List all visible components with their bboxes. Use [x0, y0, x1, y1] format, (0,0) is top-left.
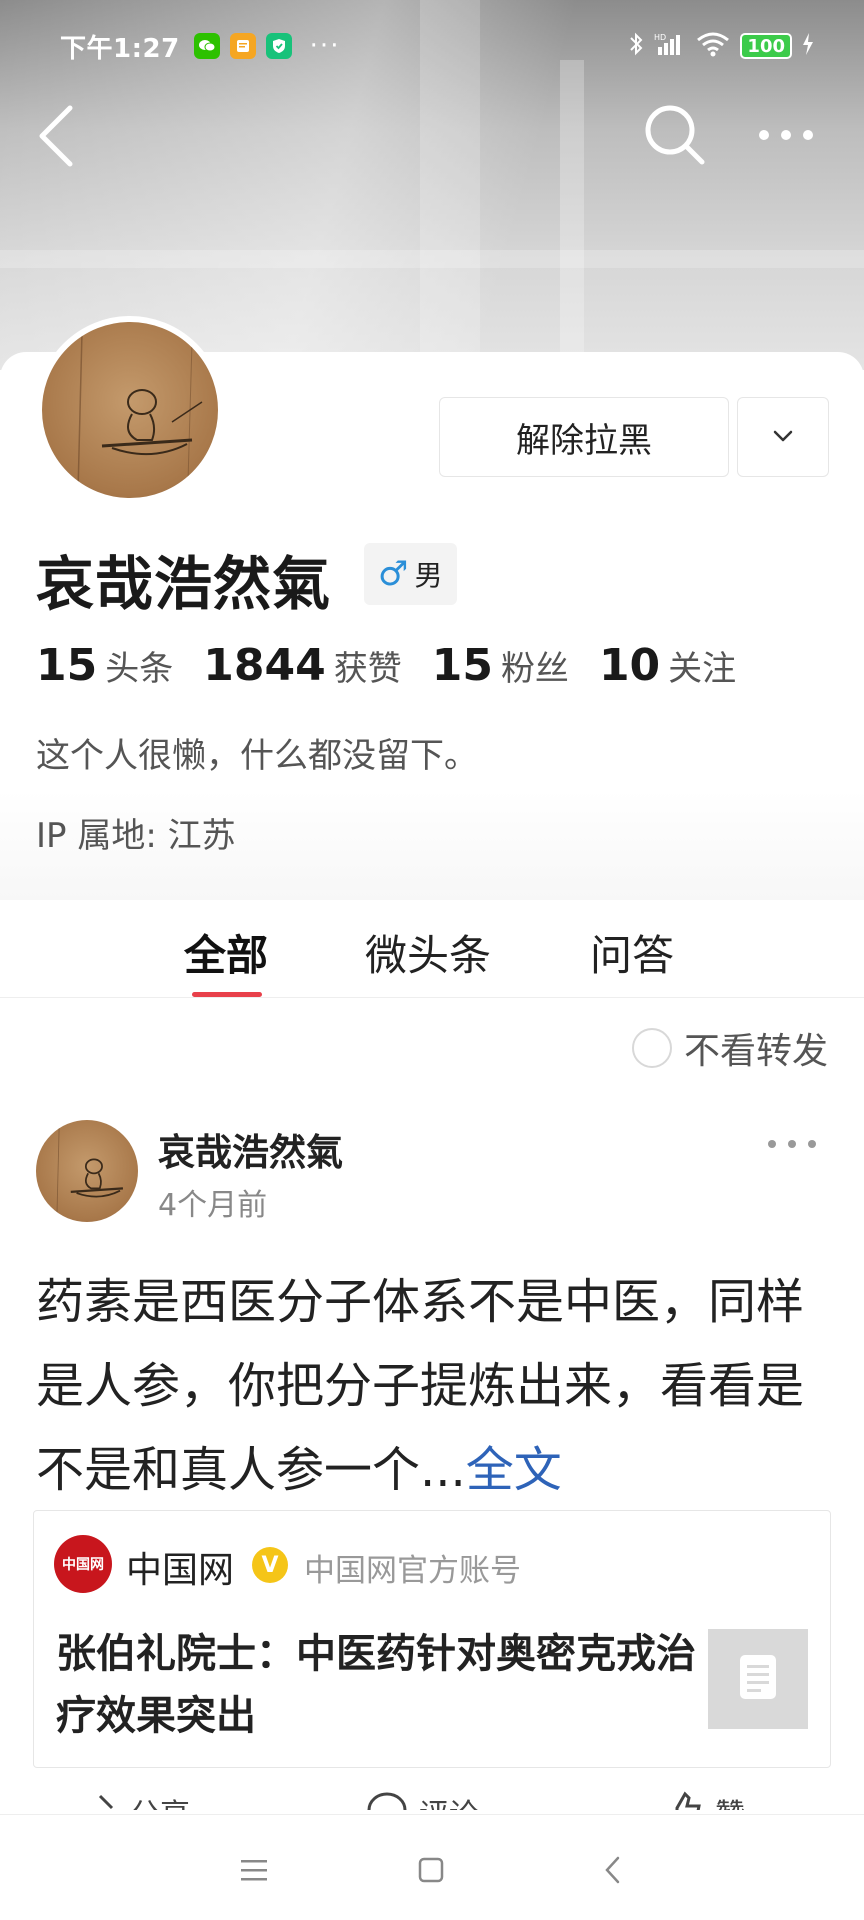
system-icons: HD 100	[628, 31, 814, 61]
gender-badge: ♂ 男	[364, 543, 457, 605]
comment-action[interactable]: 评论	[365, 1790, 479, 1810]
home-icon[interactable]	[406, 1845, 456, 1895]
source-logo: 中国网	[54, 1535, 112, 1593]
bluetooth-icon	[628, 31, 644, 61]
profile-dropdown-button[interactable]	[737, 397, 829, 477]
stat-following[interactable]: 10 关注	[599, 640, 736, 691]
article-thumbnail	[708, 1629, 808, 1729]
notification-icons: ···	[193, 31, 341, 61]
tab-all[interactable]: 全部	[184, 922, 268, 983]
hide-reposts-label: 不看转发	[683, 1031, 828, 1072]
wechat-icon	[193, 33, 220, 59]
shared-article-title: 张伯礼院士：中医药针对奥密克戎治疗效果突出	[56, 1631, 696, 1739]
stat-followers[interactable]: 15 粉丝	[432, 640, 569, 691]
stat-label: 粉丝	[500, 649, 569, 689]
chevron-down-icon	[772, 428, 794, 447]
menu-icon[interactable]	[229, 1845, 279, 1895]
svg-text:HD: HD	[654, 33, 666, 42]
stat-number: 15	[431, 640, 493, 691]
active-tab-indicator	[192, 992, 262, 997]
like-label: 赞	[715, 1790, 745, 1810]
stat-number: 15	[36, 640, 98, 691]
source-name: 中国网	[126, 1550, 235, 1591]
post-author-avatar[interactable]	[36, 1120, 138, 1222]
post-actions: 分享 评论 赞	[0, 1790, 864, 1810]
share-action[interactable]: 分享	[80, 1790, 190, 1810]
full-text-link[interactable]: 全文	[466, 1442, 562, 1498]
like-action[interactable]: 赞	[665, 1790, 745, 1810]
radio-button[interactable]	[631, 1028, 672, 1068]
comment-label: 评论	[419, 1790, 479, 1810]
comment-icon	[365, 1790, 409, 1810]
more-options-icon[interactable]	[746, 110, 826, 160]
shared-article-card[interactable]: 中国网 中国网 V 中国网官方账号 张伯礼院士：中医药针对奥密克戎治疗效果突出	[33, 1510, 831, 1768]
stat-number: 1844	[203, 640, 326, 691]
profile-name: 哀哉浩然氣	[36, 550, 332, 618]
more-notifications-icon: ···	[309, 31, 341, 61]
thumbs-up-icon	[665, 1790, 705, 1810]
share-label: 分享	[130, 1790, 190, 1810]
wifi-icon	[696, 31, 730, 61]
tab-qa[interactable]: 问答	[590, 922, 674, 983]
source-description: 中国网官方账号	[304, 1553, 521, 1589]
signal-icon: HD	[654, 31, 686, 61]
battery-indicator: 100	[740, 33, 792, 59]
status-bar: 下午1:27 ··· HD 100	[60, 26, 814, 66]
stat-articles[interactable]: 15 头条	[36, 640, 173, 691]
ip-location: IP 属地: 江苏	[36, 816, 236, 856]
shield-icon	[265, 33, 292, 59]
post-author-name[interactable]: 哀哉浩然氣	[158, 1122, 343, 1176]
system-navigation-bar	[0, 1814, 864, 1920]
hide-reposts-toggle[interactable]: 不看转发	[631, 1022, 828, 1074]
note-app-icon	[229, 33, 256, 59]
verified-badge-icon: V	[252, 1547, 288, 1583]
content-tabs: 全部 微头条 问答	[0, 900, 864, 998]
profile-bio: 这个人很懒，什么都没留下。	[36, 736, 478, 776]
search-icon[interactable]	[640, 100, 710, 170]
post-timestamp: 4个月前	[158, 1188, 268, 1223]
unblock-button[interactable]: 解除拉黑	[439, 397, 729, 477]
stat-number: 10	[598, 640, 661, 691]
stat-label: 头条	[105, 649, 174, 689]
post-text: 药素是西医分子体系不是中医，同样是人参，你把分子提炼出来，看看是不是和真人参一个…	[36, 1274, 805, 1498]
male-icon: ♂	[378, 554, 409, 594]
stat-likes[interactable]: 1844 获赞	[203, 640, 401, 691]
stat-label: 获赞	[333, 649, 402, 689]
status-time: 下午1:27	[60, 33, 180, 64]
avatar[interactable]	[36, 316, 224, 504]
back-icon[interactable]	[34, 100, 84, 170]
profile-stats: 15 头条 1844 获赞 15 粉丝 10 关注	[36, 640, 766, 691]
tab-micro-headlines[interactable]: 微头条	[365, 922, 491, 983]
document-icon	[738, 1653, 778, 1705]
post-more-icon[interactable]	[768, 1140, 816, 1148]
system-back-icon[interactable]	[588, 1845, 638, 1895]
post-body[interactable]: 药素是西医分子体系不是中医，同样是人参，你把分子提炼出来，看看是不是和真人参一个…	[36, 1260, 828, 1512]
gender-label: 男	[414, 559, 443, 592]
charging-icon	[802, 32, 814, 60]
stat-label: 关注	[668, 649, 737, 689]
share-icon	[80, 1790, 120, 1810]
